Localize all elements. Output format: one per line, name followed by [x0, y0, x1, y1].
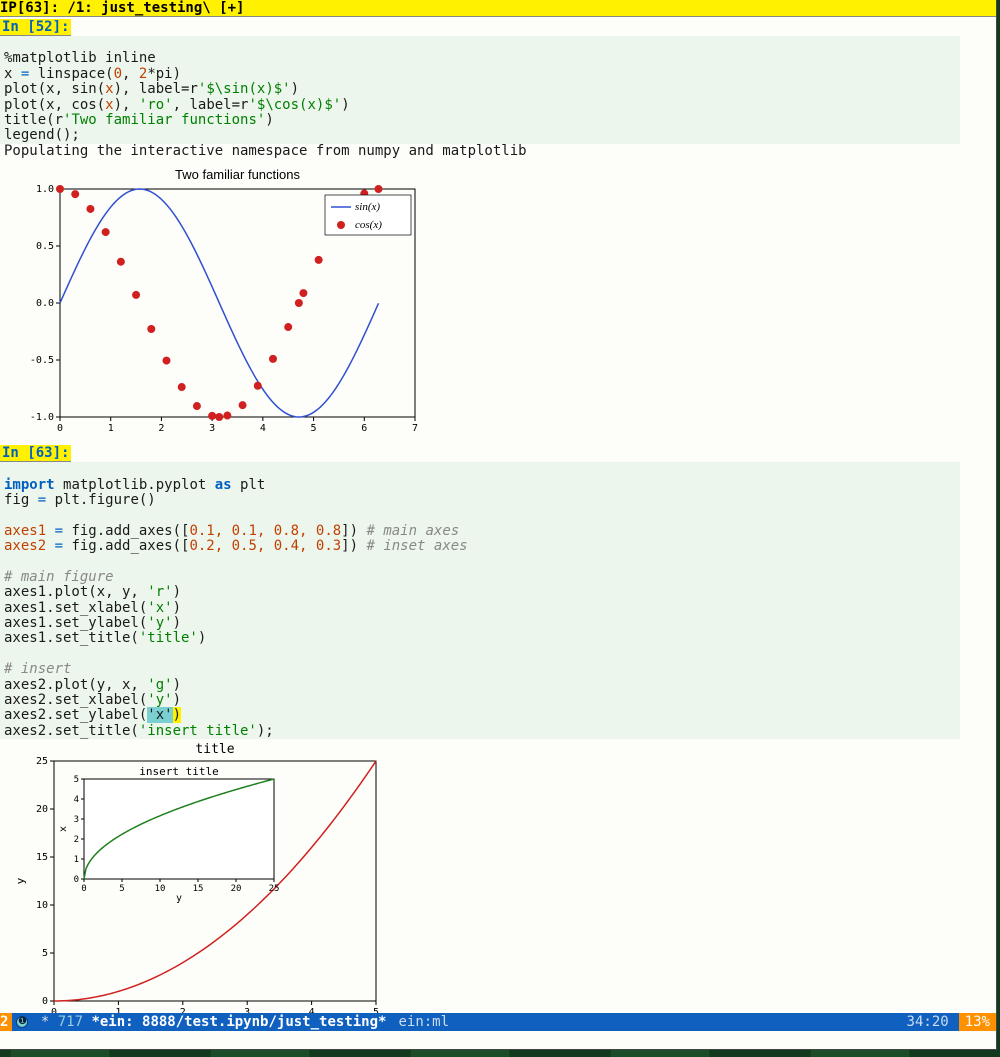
svg-text:title: title — [195, 742, 234, 757]
modeline-position: 34:20 — [907, 1013, 949, 1031]
svg-text:5: 5 — [74, 775, 79, 785]
svg-text:0: 0 — [74, 875, 79, 885]
svg-text:2: 2 — [74, 835, 79, 845]
svg-text:-1.0: -1.0 — [30, 412, 54, 423]
svg-text:5: 5 — [119, 884, 124, 894]
input-prompt-52: In [52]: — [0, 19, 71, 36]
code-cell-52[interactable]: %matplotlib inline x = linspace(0, 2*pi)… — [0, 36, 960, 144]
svg-text:3: 3 — [209, 423, 215, 434]
modeline: 2❶ * 717 *ein: 8888/test.ipynb/just_test… — [0, 1013, 996, 1031]
minibuffer[interactable] — [0, 1031, 996, 1049]
svg-text:y: y — [14, 877, 27, 884]
svg-text:1: 1 — [108, 423, 114, 434]
code-line: %matplotlib inline — [4, 50, 156, 66]
plot-title-with-inset: title 0 1 2 3 4 5 0 5 10 15 20 25 x y insert title 0 5 10 1… — [6, 741, 996, 1013]
modeline-indicator-icon: ❶ — [16, 1016, 28, 1028]
modeline-window-number: 2 — [0, 1013, 12, 1031]
svg-text:25: 25 — [269, 884, 280, 894]
svg-text:0: 0 — [81, 884, 86, 894]
window-title: IP[63]: /1: just_testing\ [+] — [0, 0, 996, 17]
modeline-percent: 13% — [959, 1013, 996, 1031]
svg-text:3: 3 — [74, 815, 79, 825]
svg-text:0: 0 — [42, 996, 48, 1007]
svg-text:15: 15 — [36, 852, 48, 863]
modeline-major-mode: ein:ml — [398, 1013, 449, 1031]
stdout-52: Populating the interactive namespace fro… — [0, 144, 996, 159]
svg-text:5: 5 — [42, 948, 48, 959]
svg-text:0.0: 0.0 — [36, 298, 54, 309]
modeline-buffer-name: *ein: 8888/test.ipynb/just_testing* — [91, 1013, 386, 1031]
svg-text:20: 20 — [36, 804, 48, 815]
svg-text:4: 4 — [74, 795, 79, 805]
svg-text:7: 7 — [412, 423, 418, 434]
svg-text:1: 1 — [74, 855, 79, 865]
notebook-body[interactable]: In [52]: %matplotlib inline x = linspace… — [0, 17, 996, 1013]
svg-text:Two familiar functions: Two familiar functions — [175, 167, 300, 182]
svg-text:insert title: insert title — [139, 765, 218, 778]
code-cell-63[interactable]: import matplotlib.pyplot as plt fig = pl… — [0, 462, 960, 739]
svg-text:5: 5 — [311, 423, 317, 434]
svg-text:x: x — [58, 826, 69, 832]
svg-text:sin(x): sin(x) — [355, 201, 380, 213]
svg-text:25: 25 — [36, 756, 48, 767]
svg-text:cos(x): cos(x) — [355, 219, 382, 231]
plot-two-familiar-functions: Two familiar functions 0 1 2 3 4 5 6 7 -1.0 -0.5 0.… — [20, 167, 996, 437]
svg-text:2: 2 — [158, 423, 164, 434]
svg-text:1.0: 1.0 — [36, 184, 54, 195]
svg-text:4: 4 — [260, 423, 266, 434]
svg-text:6: 6 — [361, 423, 367, 434]
svg-text:20: 20 — [231, 884, 242, 894]
svg-text:y: y — [176, 893, 182, 904]
svg-text:15: 15 — [193, 884, 204, 894]
svg-text:10: 10 — [155, 884, 166, 894]
svg-text:0.5: 0.5 — [36, 241, 54, 252]
svg-text:-0.5: -0.5 — [30, 355, 54, 366]
svg-text:0: 0 — [57, 423, 63, 434]
input-prompt-63: In [63]: — [0, 445, 71, 462]
svg-text:10: 10 — [36, 900, 48, 911]
